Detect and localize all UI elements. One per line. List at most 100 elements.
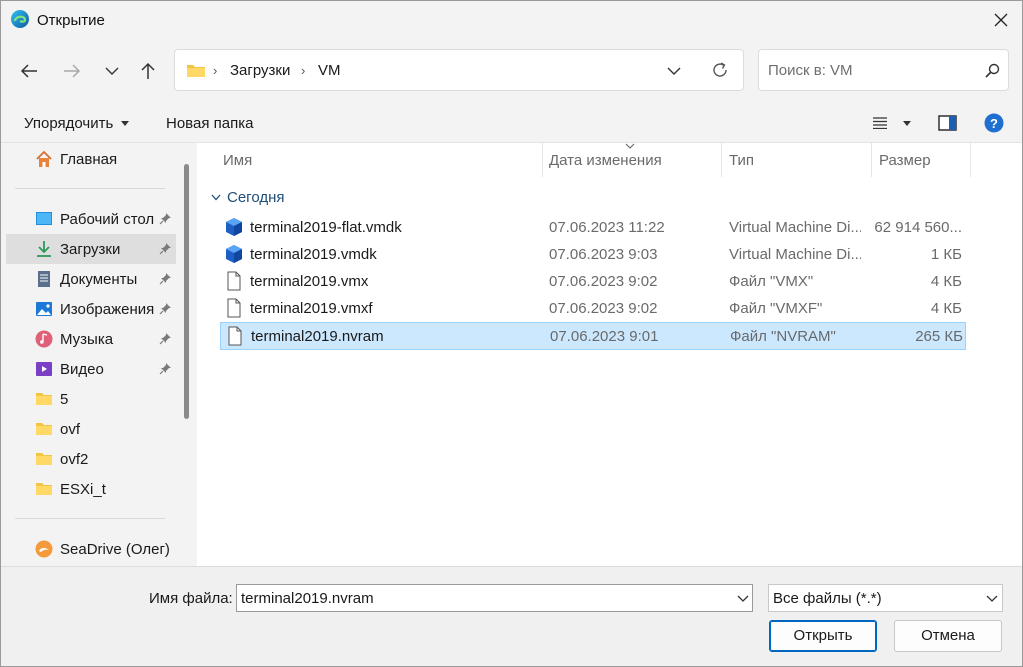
- arrow-up-icon: [141, 62, 155, 79]
- file-size: 4 КБ: [930, 273, 962, 290]
- sidebar-item-folder-esxi[interactable]: ESXi_t: [6, 475, 176, 503]
- file-type: Файл "NVRAM": [730, 328, 836, 345]
- preview-pane-icon[interactable]: [938, 115, 957, 131]
- sidebar-item-home[interactable]: Главная: [6, 145, 176, 173]
- search-box[interactable]: Поиск в: VM: [758, 49, 1009, 91]
- file-row-selected[interactable]: terminal2019.nvram 07.06.2023 9:01 Файл …: [220, 322, 966, 350]
- pin-icon[interactable]: [159, 362, 172, 375]
- forward-button[interactable]: [57, 57, 87, 85]
- column-divider[interactable]: [970, 143, 971, 177]
- breadcrumb-item-vm[interactable]: VM: [318, 62, 341, 79]
- column-divider[interactable]: [871, 143, 872, 177]
- column-header-date[interactable]: Дата изменения: [549, 152, 662, 169]
- sidebar-item-label: ovf: [60, 421, 81, 438]
- sidebar-item-folder-ovf2[interactable]: ovf2: [6, 445, 176, 473]
- sort-indicator-icon: [625, 143, 635, 149]
- sidebar-divider: [15, 518, 165, 519]
- filename-history-chevron-icon[interactable]: [737, 595, 749, 603]
- file-date: 07.06.2023 11:22: [549, 219, 665, 236]
- file-type-filter[interactable]: Все файлы (*.*): [768, 584, 1003, 612]
- filename-label: Имя файла:: [149, 590, 233, 607]
- address-history-chevron-icon[interactable]: [667, 66, 681, 76]
- column-header-name[interactable]: Имя: [223, 152, 252, 169]
- folder-icon: [36, 453, 52, 465]
- file-name: terminal2019.vmdk: [250, 246, 377, 263]
- file-name: terminal2019.vmx: [250, 273, 369, 290]
- organize-button[interactable]: Упорядочить: [24, 115, 113, 132]
- file-name: terminal2019.vmxf: [250, 300, 373, 317]
- documents-icon: [38, 271, 50, 287]
- seadrive-icon: [35, 540, 53, 558]
- file-name: terminal2019-flat.vmdk: [250, 219, 402, 236]
- pin-icon[interactable]: [159, 302, 172, 315]
- sidebar-item-label: Рабочий стол: [60, 211, 155, 228]
- edge-icon: [11, 10, 29, 28]
- pin-icon[interactable]: [159, 332, 172, 345]
- pin-icon[interactable]: [159, 272, 172, 285]
- cancel-button-label: Отмена: [921, 627, 975, 644]
- address-bar[interactable]: › Загрузки › VM: [174, 49, 744, 91]
- window-title: Открытие: [37, 12, 105, 29]
- sidebar-divider: [15, 188, 165, 189]
- group-collapse-chevron-icon[interactable]: [211, 194, 221, 201]
- close-button[interactable]: [979, 1, 1022, 39]
- up-button[interactable]: [133, 57, 163, 85]
- sidebar-item-pictures[interactable]: Изображения: [6, 295, 176, 323]
- file-size: 4 КБ: [930, 300, 962, 317]
- sidebar-item-video[interactable]: Видео: [6, 355, 176, 383]
- file-row[interactable]: terminal2019.vmxf 07.06.2023 9:02 Файл "…: [220, 295, 966, 321]
- sidebar-item-seadrive[interactable]: SeaDrive (Олег): [6, 535, 176, 563]
- column-header-type[interactable]: Тип: [729, 152, 754, 169]
- sidebar-item-label: ESXi_t: [60, 481, 106, 498]
- video-icon: [36, 362, 52, 376]
- folder-icon: [187, 65, 205, 77]
- view-details-icon[interactable]: [873, 117, 887, 129]
- file-date: 07.06.2023 9:01: [550, 328, 659, 345]
- group-header-today[interactable]: Сегодня: [227, 189, 285, 206]
- file-type: Virtual Machine Di...: [729, 219, 861, 236]
- cancel-button[interactable]: Отмена: [894, 620, 1002, 652]
- view-options-caret-icon[interactable]: [903, 121, 911, 126]
- sidebar-item-label: Документы: [60, 271, 138, 288]
- back-button[interactable]: [14, 57, 44, 85]
- file-row[interactable]: terminal2019.vmdk 07.06.2023 9:03 Virtua…: [220, 241, 966, 267]
- breadcrumb-separator-icon: ›: [213, 63, 218, 78]
- sidebar-item-downloads[interactable]: Загрузки: [6, 234, 176, 264]
- sidebar-item-desktop[interactable]: Рабочий стол: [6, 205, 176, 233]
- breadcrumb-item-downloads[interactable]: Загрузки: [230, 62, 290, 79]
- file-list: Имя Дата изменения Тип Размер Сегодня te…: [197, 143, 1022, 566]
- sidebar-item-folder-ovf[interactable]: ovf: [6, 415, 176, 443]
- refresh-icon[interactable]: [711, 61, 729, 79]
- file-size: 265 КБ: [915, 328, 963, 345]
- file-type: Файл "VMXF": [729, 300, 823, 317]
- new-folder-button[interactable]: Новая папка: [166, 115, 253, 132]
- chevron-down-icon: [986, 595, 998, 602]
- home-icon: [36, 150, 52, 167]
- sidebar-item-documents[interactable]: Документы: [6, 265, 176, 293]
- search-placeholder: Поиск в: VM: [768, 62, 853, 79]
- recent-locations-button[interactable]: [97, 57, 127, 85]
- sidebar-item-label: 5: [60, 391, 69, 408]
- column-divider[interactable]: [721, 143, 722, 177]
- filename-input[interactable]: terminal2019.nvram: [236, 584, 753, 612]
- navigation-pane: Главная Рабочий стол Загрузки Документы …: [1, 143, 197, 566]
- pin-icon[interactable]: [159, 242, 172, 255]
- sidebar-item-label: Музыка: [60, 331, 114, 348]
- search-icon: [985, 63, 1000, 78]
- breadcrumb-separator-icon: ›: [301, 63, 306, 78]
- file-row[interactable]: terminal2019-flat.vmdk 07.06.2023 11:22 …: [220, 214, 966, 240]
- sidebar-item-folder-5[interactable]: 5: [6, 385, 176, 413]
- open-file-dialog: Открытие › Загрузки › VM Поиск в: VM Упо…: [0, 0, 1023, 667]
- sidebar-item-music[interactable]: Музыка: [6, 325, 176, 353]
- close-icon: [994, 13, 1007, 27]
- file-date: 07.06.2023 9:02: [549, 300, 658, 317]
- sidebar-scrollbar[interactable]: [184, 164, 189, 419]
- file-row[interactable]: terminal2019.vmx 07.06.2023 9:02 Файл "V…: [220, 268, 966, 294]
- pin-icon[interactable]: [159, 212, 172, 225]
- help-icon[interactable]: ?: [984, 113, 1004, 133]
- open-button[interactable]: Открыть: [769, 620, 877, 652]
- column-header-size[interactable]: Размер: [879, 152, 931, 169]
- svg-text:?: ?: [990, 116, 998, 131]
- column-divider[interactable]: [542, 143, 543, 177]
- vmdk-icon: [226, 245, 242, 263]
